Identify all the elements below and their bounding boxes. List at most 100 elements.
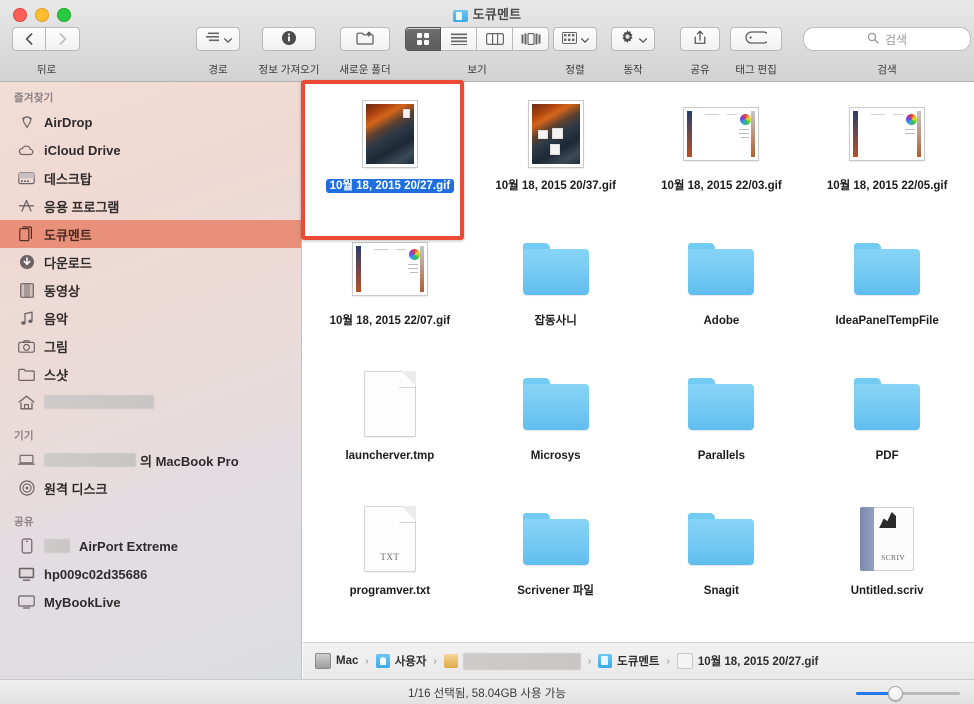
file-thumbnail: [854, 366, 921, 442]
action-label: 동작: [623, 64, 643, 76]
file-item[interactable]: 잡동사니: [473, 223, 639, 358]
folder-icon: [522, 378, 589, 430]
chevron-down-icon: [580, 32, 589, 46]
image-preview-icon: [362, 101, 417, 167]
applications-icon: [18, 198, 35, 215]
view-mode-group[interactable]: [405, 27, 549, 51]
action-button[interactable]: [611, 27, 655, 51]
file-item[interactable]: 10월 18, 2015 22/05.gif: [804, 88, 970, 223]
file-item[interactable]: Scrivener 파일: [473, 493, 639, 628]
file-item[interactable]: 10월 18, 2015 20/37.gif: [473, 88, 639, 223]
folder-icon: [854, 378, 921, 430]
sidebar[interactable]: 즐겨찾기 AirDrop iCloud Drive 데스크탑 응용 프로그램 도…: [0, 82, 302, 679]
search-input[interactable]: 검색: [803, 27, 971, 51]
file-item[interactable]: 10월 18, 2015 22/07.gif: [307, 223, 473, 358]
sidebar-item-applications[interactable]: 응용 프로그램: [0, 192, 301, 220]
icon-size-slider[interactable]: [856, 686, 960, 701]
file-thumbnail: TXT: [363, 501, 416, 577]
file-thumbnail: [363, 366, 416, 442]
file-thumbnail: [522, 501, 589, 577]
breadcrumb-item-file[interactable]: 10월 18, 2015 20/27.gif: [676, 653, 818, 669]
sidebar-item-label: 데스크탑: [44, 171, 92, 187]
file-thumbnail: [522, 231, 589, 307]
sidebar-item-movies[interactable]: 동영상: [0, 276, 301, 304]
sidebar-item-remote-disc[interactable]: 원격 디스크: [0, 474, 301, 502]
sidebar-item-macbook-pro[interactable]: 의 MacBook Pro: [0, 446, 301, 474]
file-item[interactable]: SCRIV Untitled.scriv: [804, 493, 970, 628]
view-icon-button[interactable]: [405, 27, 441, 51]
display-icon: [18, 594, 35, 611]
breadcrumb-label: 도큐멘트: [617, 656, 660, 668]
folder-icon: [688, 513, 755, 565]
edit-tags-button[interactable]: [730, 27, 782, 51]
sidebar-item-home[interactable]: [0, 388, 301, 416]
sidebar-item-downloads[interactable]: 다운로드: [0, 248, 301, 276]
music-note-icon: [18, 310, 35, 327]
forward-button[interactable]: [46, 27, 80, 51]
sort-button[interactable]: [553, 27, 597, 51]
view-list-button[interactable]: [441, 27, 477, 51]
sidebar-item-pictures[interactable]: 그림: [0, 332, 301, 360]
back-button[interactable]: [12, 27, 46, 51]
path-list-icon: [205, 32, 220, 46]
desktop-icon: [18, 170, 35, 187]
sidebar-item-label: 스샷: [44, 367, 68, 383]
get-info-button[interactable]: [262, 27, 316, 51]
folder-icon: [18, 366, 35, 383]
sidebar-item-screenshots[interactable]: 스샷: [0, 360, 301, 388]
file-item[interactable]: PDF: [804, 358, 970, 493]
new-folder-group: [340, 27, 390, 51]
back-forward-group: [12, 27, 80, 51]
path-button[interactable]: [196, 27, 240, 51]
file-name-label: 잡동사니: [534, 315, 577, 327]
folder-icon: [522, 513, 589, 565]
search-placeholder: 검색: [884, 32, 908, 47]
documents-folder-icon: [598, 654, 613, 668]
file-thumbnail: [522, 366, 589, 442]
file-thumbnail: [850, 96, 925, 172]
sidebar-item-documents[interactable]: 도큐멘트: [0, 220, 301, 248]
sidebar-item-airdrop[interactable]: AirDrop: [0, 108, 301, 136]
file-item[interactable]: 10월 18, 2015 20/27.gif: [307, 88, 473, 223]
breadcrumb-separator: ›: [433, 655, 437, 667]
file-item[interactable]: Microsys: [473, 358, 639, 493]
sort-label: 정렬: [565, 64, 585, 76]
sidebar-item-icloud-drive[interactable]: iCloud Drive: [0, 136, 301, 164]
breadcrumb-separator: ›: [666, 655, 670, 667]
file-item[interactable]: TXT programver.txt: [307, 493, 473, 628]
sidebar-item-label: 도큐멘트: [44, 227, 92, 243]
breadcrumb-item-home[interactable]: [443, 652, 581, 670]
sidebar-item-label: iCloud Drive: [44, 142, 121, 158]
sidebar-item-hp009c02d35686[interactable]: hp009c02d35686: [0, 560, 301, 588]
column-view-icon: [485, 33, 504, 45]
file-item[interactable]: IdeaPanelTempFile: [804, 223, 970, 358]
sidebar-item-mybooklive[interactable]: MyBookLive: [0, 588, 301, 616]
slider-knob[interactable]: [888, 686, 903, 701]
file-item[interactable]: Snagit: [639, 493, 805, 628]
sidebar-item-desktop[interactable]: 데스크탑: [0, 164, 301, 192]
file-grid-area[interactable]: 10월 18, 2015 20/27.gif 10월 18, 2015 20/3…: [303, 82, 974, 642]
view-coverflow-button[interactable]: [513, 27, 549, 51]
file-item[interactable]: launcherver.tmp: [307, 358, 473, 493]
file-item[interactable]: 10월 18, 2015 22/03.gif: [639, 88, 805, 223]
sidebar-section-favorites-header: 즐겨찾기: [14, 92, 54, 104]
users-folder-icon: [375, 654, 390, 668]
breadcrumb-item-users[interactable]: 사용자: [375, 653, 426, 669]
breadcrumb-item-mac[interactable]: Mac: [315, 653, 358, 669]
view-column-button[interactable]: [477, 27, 513, 51]
file-name-label: Scrivener 파일: [517, 585, 595, 597]
file-item[interactable]: Parallels: [639, 358, 805, 493]
breadcrumb-item-documents[interactable]: 도큐멘트: [598, 653, 659, 669]
home-icon: [18, 394, 35, 411]
sidebar-item-music[interactable]: 음악: [0, 304, 301, 332]
path-bar[interactable]: Mac › 사용자 › › 도큐멘트 › 10월 18, 2015 20/27.…: [303, 642, 974, 679]
file-item[interactable]: Adobe: [639, 223, 805, 358]
new-folder-button[interactable]: [340, 27, 390, 51]
sidebar-item-airport-extreme[interactable]: AirPort Extreme: [0, 532, 301, 560]
status-text: 1/16 선택됨, 58.04GB 사용 가능: [408, 687, 566, 700]
share-button[interactable]: [680, 27, 720, 51]
file-thumbnail: SCRIV: [860, 501, 915, 577]
breadcrumb-label: Mac: [336, 655, 359, 667]
airport-icon: [18, 538, 35, 555]
tag-icon: [745, 31, 770, 47]
